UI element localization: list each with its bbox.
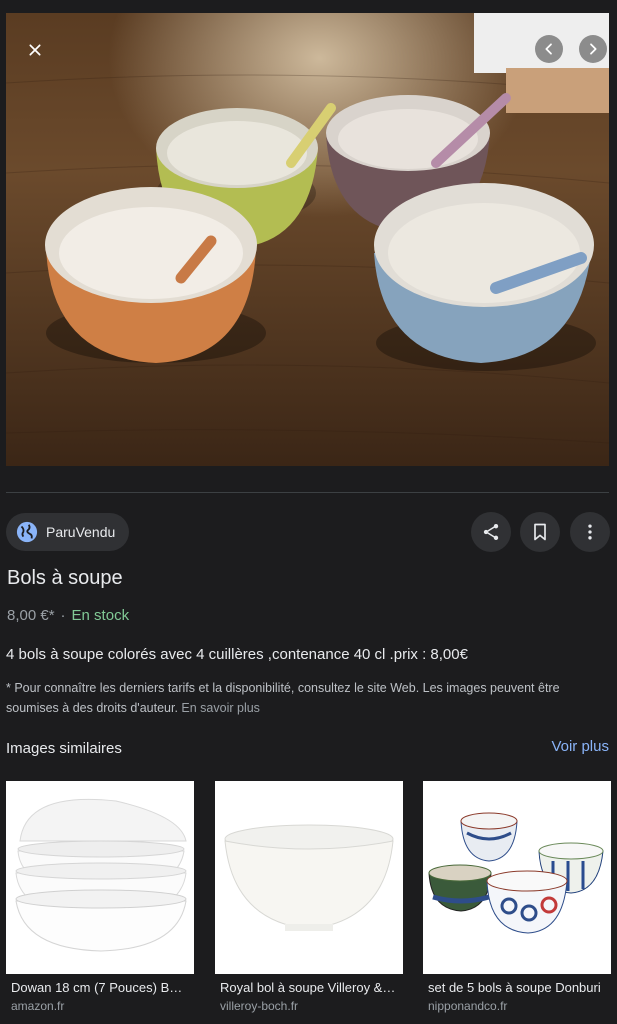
similar-image-thumbnail	[215, 781, 403, 974]
share-button[interactable]	[471, 512, 511, 552]
previous-image-button[interactable]	[535, 35, 563, 63]
stock-status: En stock	[71, 607, 130, 624]
close-icon	[29, 44, 41, 56]
similar-image-title: Dowan 18 cm (7 Pouces) Bols à soupe	[11, 980, 194, 995]
divider	[6, 492, 609, 493]
source-chip[interactable]: ParuVendu	[6, 513, 130, 551]
see-more-link[interactable]: Voir plus	[551, 738, 609, 755]
save-button[interactable]	[520, 512, 560, 552]
similar-image-thumbnail	[6, 781, 194, 974]
next-image-button[interactable]	[579, 35, 607, 63]
stacked-white-bowls-image	[6, 781, 194, 974]
similar-image-site: nipponandco.fr	[428, 999, 508, 1013]
similar-image-card[interactable]: Royal bol à soupe Villeroy & Boch viller…	[215, 781, 403, 1013]
product-description: 4 bols à soupe colorés avec 4 cuillères …	[6, 646, 468, 663]
disclaimer: * Pour connaître les derniers tarifs et …	[6, 678, 609, 718]
bookmark-icon	[534, 523, 546, 541]
chevron-right-icon	[590, 43, 597, 55]
similar-image-card[interactable]: set de 5 bols à soupe Donburi nipponandc…	[423, 781, 611, 1013]
similar-image-site: villeroy-boch.fr	[220, 999, 299, 1013]
price: 8,00 €*	[7, 607, 55, 624]
similar-image-title: Royal bol à soupe Villeroy & Boch	[220, 980, 403, 995]
similar-images-heading: Images similaires	[6, 740, 122, 757]
globe-icon	[16, 521, 38, 543]
similar-image-site: amazon.fr	[11, 999, 65, 1013]
learn-more-link[interactable]: En savoir plus	[181, 701, 260, 715]
close-button[interactable]	[20, 35, 50, 65]
japanese-bowls-image	[423, 781, 611, 974]
chevron-left-icon	[545, 43, 552, 55]
more-options-button[interactable]	[570, 512, 610, 552]
disclaimer-text: * Pour connaître les derniers tarifs et …	[6, 681, 560, 715]
separator: ·	[60, 607, 66, 624]
more-vert-icon	[588, 524, 592, 540]
similar-image-title: set de 5 bols à soupe Donburi	[428, 980, 601, 995]
similar-image-card[interactable]: Dowan 18 cm (7 Pouces) Bols à soupe amaz…	[6, 781, 194, 1013]
similar-image-thumbnail	[423, 781, 611, 974]
main-image[interactable]	[6, 13, 609, 466]
soup-bowls-photo	[6, 13, 609, 466]
share-icon	[483, 524, 499, 540]
product-title[interactable]: Bols à soupe	[7, 567, 123, 590]
source-name: ParuVendu	[46, 524, 116, 540]
price-row: 8,00 €* · En stock	[7, 607, 129, 624]
white-bowl-image	[215, 781, 403, 974]
